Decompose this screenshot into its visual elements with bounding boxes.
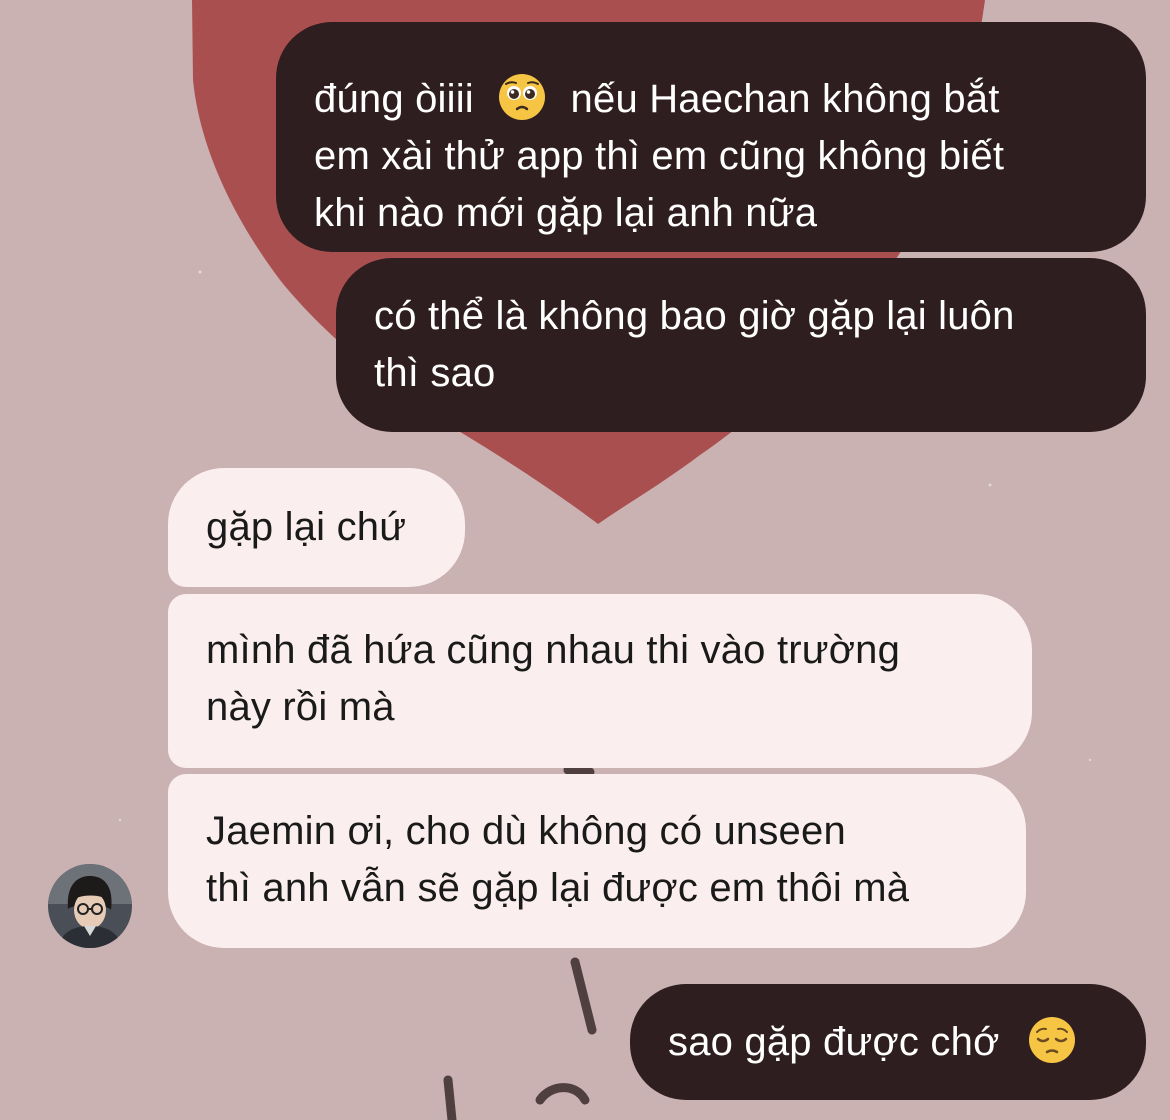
- message-text-line: Jaemin ơi, cho dù không có unseen: [206, 809, 846, 853]
- incoming-message-bubble[interactable]: Jaemin ơi, cho dù không có unseen thì an…: [168, 774, 1026, 948]
- outgoing-message-bubble[interactable]: có thể là không bao giờ gặp lại luôn thì…: [336, 258, 1146, 432]
- message-text-line: này rồi mà: [206, 685, 395, 729]
- message-text-line: mình đã hứa cũng nhau thi vào trường: [206, 628, 901, 672]
- avatar-photo-icon: [48, 864, 132, 948]
- pensive-face-emoji-icon: [1028, 1017, 1075, 1063]
- outgoing-message-bubble[interactable]: đúng òiiii nếu Haechan không bắt em xài …: [276, 22, 1146, 252]
- message-text-line: khi nào mới gặp lại anh nữa: [314, 191, 818, 235]
- message-text-line: nếu Haechan không bắt: [570, 77, 1000, 121]
- message-text-line: em xài thử app thì em cũng không biết: [314, 134, 1005, 178]
- outgoing-message-bubble[interactable]: sao gặp được chớ: [630, 984, 1146, 1100]
- message-text-line: thì sao: [374, 351, 496, 395]
- message-text-line: gặp lại chứ: [206, 505, 407, 549]
- incoming-message-bubble[interactable]: gặp lại chứ: [168, 468, 465, 587]
- message-text-line: có thể là không bao giờ gặp lại luôn: [374, 294, 1015, 338]
- message-text-line: thì anh vẫn sẽ gặp lại được em thôi mà: [206, 866, 910, 910]
- message-text-line: sao gặp được chớ: [668, 1020, 1000, 1064]
- sender-avatar[interactable]: [48, 864, 132, 948]
- pleading-face-emoji-icon: [499, 74, 546, 120]
- incoming-message-bubble[interactable]: mình đã hứa cũng nhau thi vào trường này…: [168, 594, 1032, 768]
- message-text-line: đúng òiiii: [314, 77, 474, 121]
